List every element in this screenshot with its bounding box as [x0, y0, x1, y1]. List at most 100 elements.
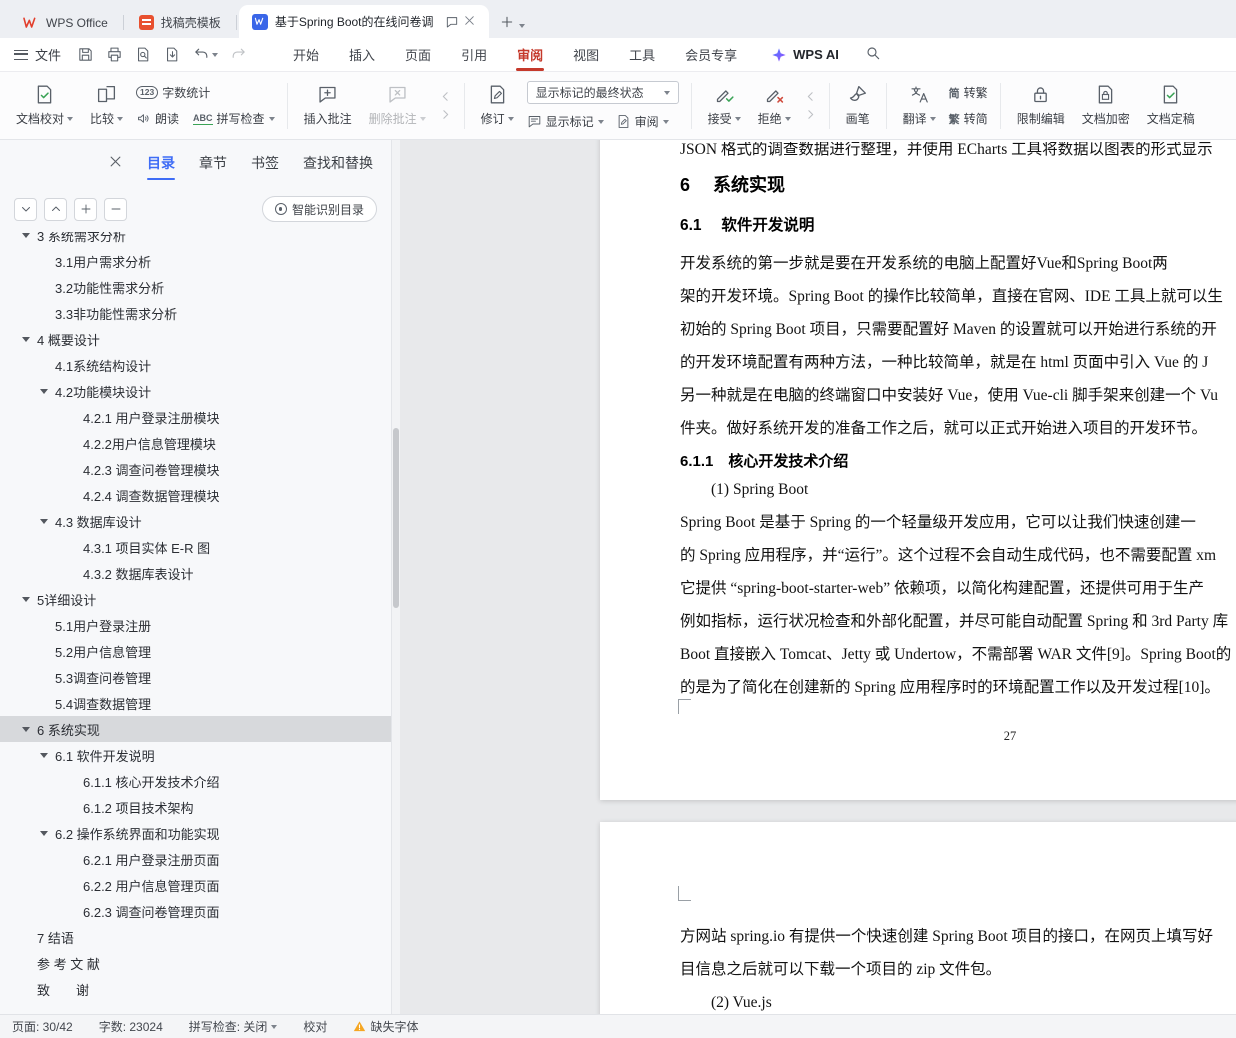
- traditional-to-simplified-button[interactable]: 繁 转简: [949, 110, 988, 127]
- toc-expand-icon[interactable]: [22, 961, 37, 966]
- comment-bubble-icon[interactable]: [445, 15, 459, 29]
- undo-button[interactable]: [193, 46, 219, 63]
- missing-font-warning[interactable]: 缺失字体: [353, 1018, 418, 1035]
- toc-item[interactable]: 6.1.2 项目技术架构: [0, 794, 391, 820]
- tab-document[interactable]: 基于Spring Boot的在线问卷调: [238, 5, 489, 38]
- toc-item[interactable]: 6.1 软件开发说明: [0, 742, 391, 768]
- ribbon-menu-tab[interactable]: 审阅: [517, 38, 543, 71]
- next-change-icon[interactable]: [804, 108, 817, 121]
- toc-expand-icon[interactable]: [68, 779, 83, 784]
- toc-expand-icon[interactable]: [40, 701, 55, 706]
- save-button[interactable]: [77, 46, 94, 63]
- close-sidebar-icon[interactable]: [108, 154, 123, 172]
- ribbon-menu-tab[interactable]: 工具: [629, 38, 655, 71]
- ribbon-menu-tab[interactable]: 会员专享: [685, 38, 737, 71]
- toc-expand-icon[interactable]: [40, 519, 55, 524]
- new-tab-button[interactable]: [495, 10, 519, 34]
- toc-expand-icon[interactable]: [40, 623, 55, 628]
- toc-item[interactable]: 4.3.1 项目实体 E-R 图: [0, 534, 391, 560]
- toc-expand-icon[interactable]: [68, 805, 83, 810]
- toc-expand-icon[interactable]: [22, 727, 37, 732]
- toc-expand-icon[interactable]: [22, 233, 37, 238]
- track-changes-button[interactable]: 修订: [477, 84, 518, 127]
- toc-item[interactable]: 6.2.2 用户信息管理页面: [0, 872, 391, 898]
- toc-item[interactable]: 4.2.1 用户登录注册模块: [0, 404, 391, 430]
- markup-state-select[interactable]: 显示标记的最终状态: [526, 81, 679, 104]
- toc-expand-icon[interactable]: [68, 571, 83, 576]
- ribbon-menu-tab[interactable]: 视图: [573, 38, 599, 71]
- doc-proofing-button[interactable]: 文档校对: [12, 84, 77, 127]
- collapse-all-button[interactable]: [14, 197, 37, 221]
- toc-item[interactable]: 4.3.2 数据库表设计: [0, 560, 391, 586]
- ribbon-menu-tab[interactable]: 插入: [349, 38, 375, 71]
- toc-item[interactable]: 4.2功能模块设计: [0, 378, 391, 404]
- tab-template-store[interactable]: 找稿壳模板: [126, 7, 234, 38]
- next-comment-icon[interactable]: [439, 108, 452, 121]
- restrict-editing-button[interactable]: 限制编辑: [1013, 84, 1069, 127]
- toc-item[interactable]: 5.1用户登录注册: [0, 612, 391, 638]
- accept-change-button[interactable]: 接受: [704, 84, 745, 127]
- file-menu-button[interactable]: 文件: [14, 45, 61, 64]
- toc-expand-icon[interactable]: [40, 259, 55, 264]
- toc-item[interactable]: 4.3 数据库设计: [0, 508, 391, 534]
- toc-expand-icon[interactable]: [40, 311, 55, 316]
- toc-item[interactable]: 6.2.3 调查问卷管理页面: [0, 898, 391, 924]
- toc-item[interactable]: 7 结语: [0, 924, 391, 950]
- word-count-indicator[interactable]: 字数: 23024: [99, 1018, 163, 1035]
- read-aloud-button[interactable]: 朗读: [136, 110, 179, 127]
- print-preview-button[interactable]: [135, 46, 152, 63]
- proofing-button[interactable]: 校对: [303, 1018, 327, 1035]
- smart-toc-button[interactable]: 智能识别目录: [261, 196, 377, 222]
- toc-expand-icon[interactable]: [22, 935, 37, 940]
- toc-item[interactable]: 6.1.1 核心开发技术介绍: [0, 768, 391, 794]
- ribbon-menu-tab[interactable]: 页面: [405, 38, 431, 71]
- compare-button[interactable]: 比较: [86, 84, 127, 127]
- sidebar-tab[interactable]: 目录: [147, 140, 175, 186]
- toc-item[interactable]: 6 系统实现: [0, 716, 391, 742]
- translate-button[interactable]: 翻译: [899, 84, 940, 127]
- document-canvas[interactable]: H₁ JSON 格式的调查数据进行整理，并使用 ECharts 工具将数据以图表…: [400, 140, 1236, 1014]
- toc-item[interactable]: 6.2 操作系统界面和功能实现: [0, 820, 391, 846]
- decrease-level-button[interactable]: [104, 197, 127, 221]
- show-markup-button[interactable]: 显示标记: [527, 113, 604, 130]
- toc-expand-icon[interactable]: [22, 597, 37, 602]
- spellcheck-status[interactable]: 拼写检查: 关闭: [189, 1018, 278, 1035]
- toc-scrollbar[interactable]: [392, 140, 400, 1014]
- toc-expand-icon[interactable]: [40, 649, 55, 654]
- reject-change-button[interactable]: 拒绝: [754, 84, 795, 127]
- sidebar-tab[interactable]: 查找和替换: [303, 140, 373, 186]
- insert-comment-button[interactable]: 插入批注: [300, 84, 356, 127]
- toc-item[interactable]: 3.3非功能性需求分析: [0, 300, 391, 326]
- increase-level-button[interactable]: [74, 197, 97, 221]
- toc-expand-icon[interactable]: [40, 831, 55, 836]
- toc-item[interactable]: 4.2.4 调查数据管理模块: [0, 482, 391, 508]
- simplified-to-traditional-button[interactable]: 简 转繁: [949, 84, 988, 101]
- finalize-document-button[interactable]: 文档定稿: [1143, 84, 1199, 127]
- tab-list-chevron-icon[interactable]: [518, 24, 525, 28]
- ribbon-menu-tab[interactable]: 引用: [461, 38, 487, 71]
- sidebar-tab[interactable]: 章节: [199, 140, 227, 186]
- toc-item[interactable]: 3.2功能性需求分析: [0, 274, 391, 300]
- toc-item[interactable]: 5.3调查问卷管理: [0, 664, 391, 690]
- toc-expand-icon[interactable]: [68, 493, 83, 498]
- wps-ai-button[interactable]: WPS AI: [771, 47, 839, 63]
- page-indicator[interactable]: 页面: 30/42: [12, 1018, 73, 1035]
- toc-expand-icon[interactable]: [68, 909, 83, 914]
- search-icon[interactable]: [865, 45, 881, 64]
- toc-expand-icon[interactable]: [68, 857, 83, 862]
- toc-expand-icon[interactable]: [40, 389, 55, 394]
- toc-scrollbar-thumb[interactable]: [393, 428, 399, 608]
- toc-item[interactable]: 5.2用户信息管理: [0, 638, 391, 664]
- toc-expand-icon[interactable]: [68, 441, 83, 446]
- toc-item[interactable]: 5详细设计: [0, 586, 391, 612]
- ribbon-menu-tab[interactable]: 开始: [293, 38, 319, 71]
- word-count-button[interactable]: 123 字数统计: [136, 84, 275, 101]
- sidebar-tab[interactable]: 书签: [251, 140, 279, 186]
- toc-expand-icon[interactable]: [68, 415, 83, 420]
- document-page-2[interactable]: 方网站 spring.io 有提供一个快速创建 Spring Boot 项目的接…: [600, 822, 1236, 1014]
- toc-expand-icon[interactable]: [68, 545, 83, 550]
- toc-expand-icon[interactable]: [22, 337, 37, 342]
- previous-comment-icon[interactable]: [439, 90, 452, 103]
- toc-item[interactable]: 5.4调查数据管理: [0, 690, 391, 716]
- previous-change-icon[interactable]: [804, 90, 817, 103]
